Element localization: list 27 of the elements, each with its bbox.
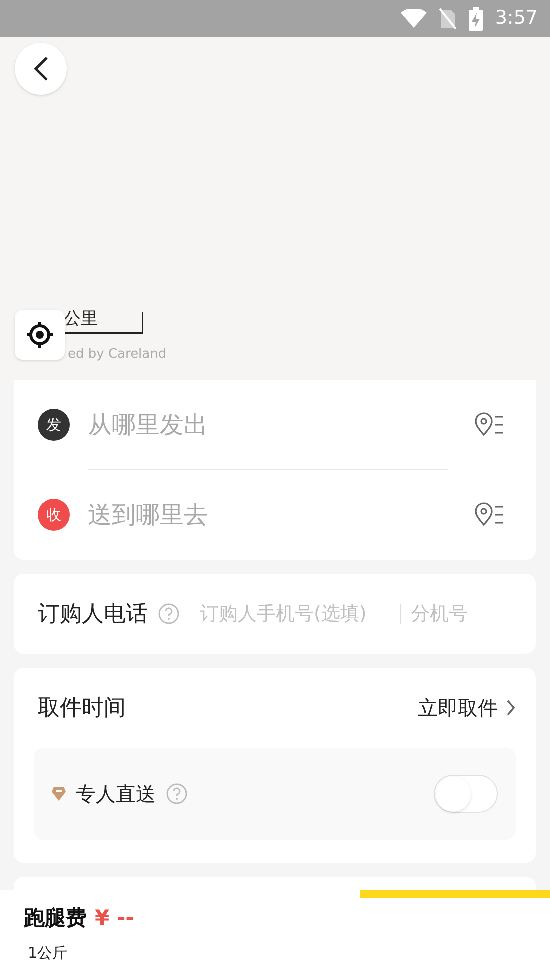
phone-label: 订购人电话	[38, 600, 148, 628]
pickup-time-selector[interactable]: 立即取件	[418, 693, 516, 723]
no-sim-icon	[439, 8, 458, 30]
address-field[interactable]: 送到哪里去	[88, 497, 448, 533]
status-time: 3:57	[495, 6, 538, 32]
diamond-icon	[52, 786, 66, 802]
address-field[interactable]: 从哪里发出	[88, 406, 448, 442]
extension-field[interactable]: 分机号	[411, 600, 481, 628]
scale-label: 公里	[64, 311, 98, 328]
fee-label: 跑腿费	[24, 904, 87, 932]
locate-icon	[26, 321, 54, 349]
address-badge: 发	[38, 409, 70, 441]
address-book-icon[interactable]	[474, 412, 506, 438]
battery-charging-icon	[469, 6, 484, 30]
chevron-right-icon	[506, 699, 516, 717]
address-book-icon[interactable]	[474, 502, 506, 528]
phone-field[interactable]: 订购人手机号(选填)	[200, 600, 390, 628]
back-button[interactable]	[15, 43, 67, 95]
direct-delivery-toggle[interactable]	[434, 775, 498, 813]
weight-label: 1公斤	[27, 943, 69, 964]
map-credit: ed by Careland	[68, 348, 167, 361]
address-badge: 收	[38, 499, 70, 531]
pickup-label: 取件时间	[38, 694, 126, 722]
locate-button[interactable]	[15, 310, 65, 360]
wifi-icon	[401, 8, 428, 28]
option-label: 专人直送	[76, 781, 156, 808]
fee-amount: ¥ --	[95, 904, 134, 932]
